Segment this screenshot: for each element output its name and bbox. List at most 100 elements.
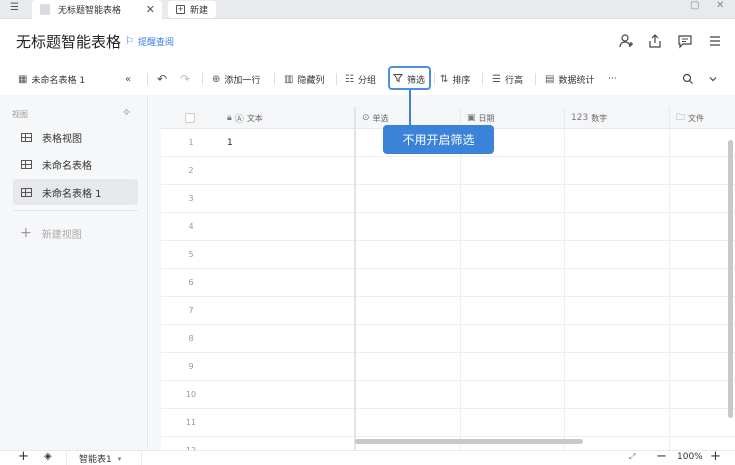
table-cell[interactable] xyxy=(565,157,670,185)
zoom-in-icon[interactable]: + xyxy=(710,449,721,464)
more-options-button[interactable]: ··· xyxy=(608,71,617,87)
table-cell[interactable] xyxy=(565,353,670,381)
table-row[interactable]: 2 xyxy=(161,157,735,185)
add-row-button[interactable]: ⊕ 添加一行 xyxy=(212,71,260,87)
table-cell[interactable] xyxy=(221,185,356,213)
table-cell[interactable] xyxy=(670,185,735,213)
hide-columns-button[interactable]: ▥ 隐藏列 xyxy=(284,71,324,87)
fullscreen-icon[interactable]: ⤢ xyxy=(629,452,635,462)
table-cell[interactable] xyxy=(356,269,461,297)
more-menu-icon[interactable] xyxy=(706,32,724,50)
table-row[interactable]: 3 xyxy=(161,185,735,213)
reminder-link[interactable]: ⚐ 提醒查阅 xyxy=(125,35,174,48)
table-cell[interactable] xyxy=(670,157,735,185)
layers-icon[interactable]: ◈ xyxy=(44,451,52,462)
table-cell[interactable] xyxy=(565,381,670,409)
chevron-down-icon[interactable] xyxy=(708,71,718,87)
sidebar-item-unnamed-table[interactable]: 未命名表格 xyxy=(13,151,138,177)
table-row[interactable]: 10 xyxy=(161,381,735,409)
table-cell[interactable] xyxy=(565,325,670,353)
vertical-scrollbar[interactable] xyxy=(728,140,733,418)
undo-icon[interactable]: ↶ xyxy=(157,71,171,87)
table-row[interactable]: 8 xyxy=(161,325,735,353)
table-cell[interactable] xyxy=(221,157,356,185)
view-selector[interactable]: ▦ 未命名表格 1 xyxy=(18,71,85,87)
table-row[interactable]: 4 xyxy=(161,213,735,241)
table-row[interactable]: 7 xyxy=(161,297,735,325)
table-cell[interactable] xyxy=(221,437,356,450)
table-cell[interactable] xyxy=(565,129,670,157)
table-cell[interactable] xyxy=(221,325,356,353)
menu-icon[interactable]: ☰ xyxy=(10,2,26,16)
add-sheet-icon[interactable]: + xyxy=(18,449,29,464)
table-cell[interactable] xyxy=(356,241,461,269)
table-cell[interactable] xyxy=(670,437,735,450)
table-cell[interactable] xyxy=(221,241,356,269)
table-cell[interactable] xyxy=(461,213,565,241)
table-cell[interactable] xyxy=(461,241,565,269)
sort-button[interactable]: ⇅ 排序 xyxy=(440,71,470,87)
zoom-out-icon[interactable]: − xyxy=(656,449,667,464)
table-row[interactable]: 6 xyxy=(161,269,735,297)
table-cell[interactable] xyxy=(221,213,356,241)
table-cell[interactable] xyxy=(461,381,565,409)
table-cell[interactable] xyxy=(221,353,356,381)
column-header-text[interactable]: 🔒︎ Ⓐ 文本 xyxy=(221,107,355,129)
table-cell[interactable] xyxy=(356,297,461,325)
table-row[interactable]: 9 xyxy=(161,353,735,381)
table-cell[interactable] xyxy=(221,381,356,409)
column-header-number[interactable]: 123 数字 xyxy=(565,107,670,129)
table-cell[interactable] xyxy=(356,381,461,409)
table-cell[interactable] xyxy=(356,185,461,213)
group-button[interactable]: ☷ 分组 xyxy=(345,71,376,87)
table-cell[interactable] xyxy=(461,353,565,381)
add-collaborator-icon[interactable] xyxy=(617,32,635,50)
tab-new[interactable]: + 新建 xyxy=(168,1,216,18)
table-cell[interactable] xyxy=(565,185,670,213)
table-row[interactable]: 5 xyxy=(161,241,735,269)
close-icon[interactable]: ✕ xyxy=(146,3,155,16)
zoom-level[interactable]: 100% xyxy=(677,452,703,462)
table-cell[interactable] xyxy=(670,325,735,353)
table-cell[interactable] xyxy=(356,353,461,381)
table-cell[interactable] xyxy=(670,241,735,269)
row-height-button[interactable]: ☰ 行高 xyxy=(492,71,523,87)
table-cell[interactable] xyxy=(670,353,735,381)
table-cell[interactable] xyxy=(565,269,670,297)
table-cell[interactable] xyxy=(670,409,735,437)
sidebar-item-table-view[interactable]: 表格视图 xyxy=(13,124,138,150)
sidebar-item-unnamed-table-1[interactable]: 未命名表格 1 xyxy=(13,179,138,205)
table-cell[interactable] xyxy=(461,409,565,437)
table-cell[interactable] xyxy=(461,269,565,297)
sheet-tab[interactable]: 智能表1 ▾ xyxy=(66,451,142,465)
data-stats-button[interactable]: ▤ 数据统计 xyxy=(545,71,594,87)
table-row[interactable]: 11 xyxy=(161,409,735,437)
redo-icon[interactable]: ↷ xyxy=(180,71,194,87)
share-icon[interactable] xyxy=(646,32,664,50)
tab-active-document[interactable]: 无标题智能表格 ✕ xyxy=(32,0,162,19)
table-cell[interactable] xyxy=(461,157,565,185)
collapse-sidebar-icon[interactable]: « xyxy=(125,71,135,87)
table-cell[interactable] xyxy=(670,129,735,157)
table-cell[interactable] xyxy=(221,269,356,297)
table-cell[interactable] xyxy=(461,185,565,213)
table-cell[interactable] xyxy=(356,409,461,437)
comment-icon[interactable] xyxy=(676,32,694,50)
column-header-file[interactable]: 🗀︎ 文件 xyxy=(670,107,735,129)
table-cell[interactable] xyxy=(670,213,735,241)
table-cell[interactable] xyxy=(461,297,565,325)
close-window-icon[interactable]: ✕ xyxy=(716,0,724,11)
table-cell[interactable] xyxy=(670,381,735,409)
frozen-column-divider[interactable] xyxy=(354,107,356,450)
table-cell[interactable] xyxy=(565,297,670,325)
pin-icon[interactable]: ✧ xyxy=(122,106,131,119)
table-cell[interactable] xyxy=(565,409,670,437)
table-cell[interactable] xyxy=(461,325,565,353)
table-cell[interactable] xyxy=(356,157,461,185)
table-cell[interactable] xyxy=(565,213,670,241)
table-cell[interactable] xyxy=(356,213,461,241)
search-icon[interactable] xyxy=(682,71,694,87)
page-title[interactable]: 无标题智能表格 xyxy=(16,31,121,52)
table-cell[interactable] xyxy=(670,269,735,297)
table-cell[interactable]: 1 xyxy=(221,129,356,157)
